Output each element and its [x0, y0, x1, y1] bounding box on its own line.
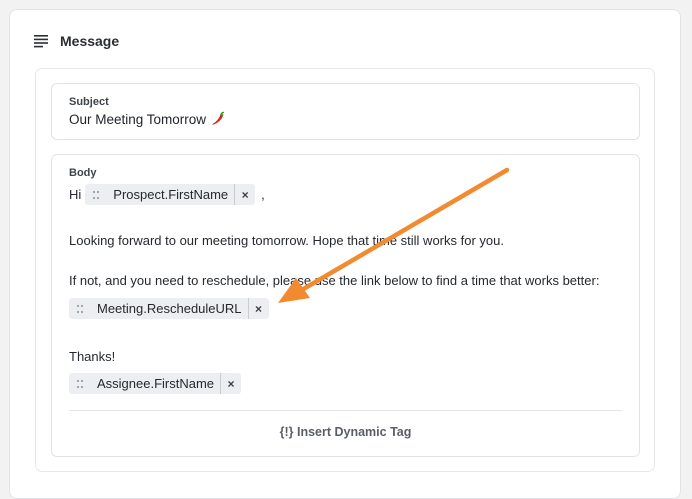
card-header: Message [34, 31, 119, 51]
body-thanks: Thanks! [69, 349, 116, 364]
tag-label: Assignee.FirstName [97, 376, 215, 391]
subject-value[interactable]: Our Meeting Tomorrow [69, 111, 226, 127]
subject-field[interactable]: Subject Our Meeting Tomorrow [51, 83, 640, 140]
drag-handle-icon[interactable] [69, 373, 91, 394]
greeting-line: Hi Prospect.FirstName × , [69, 184, 265, 205]
greeting-comma: , [261, 187, 265, 202]
tag-label: Meeting.RescheduleURL [97, 301, 242, 316]
remove-tag-icon[interactable]: × [247, 298, 269, 319]
message-editor: Subject Our Meeting Tomorrow Body Hi Pro… [35, 68, 655, 472]
remove-tag-icon[interactable]: × [220, 373, 241, 394]
subject-label: Subject [69, 96, 109, 108]
body-divider [69, 410, 622, 411]
reschedule-line: Meeting.RescheduleURL × [69, 298, 269, 319]
greeting-text: Hi [69, 187, 82, 202]
dynamic-tag-prospect-firstname[interactable]: Prospect.FirstName × [85, 184, 256, 205]
dynamic-tag-assignee-firstname[interactable]: Assignee.FirstName × [69, 373, 242, 394]
message-card: Message Subject Our Meeting Tomorrow Bod… [9, 9, 681, 499]
chili-pepper-icon [212, 111, 225, 125]
drag-handle-icon[interactable] [69, 298, 91, 319]
card-title: Message [60, 33, 120, 49]
signature-line: Assignee.FirstName × [69, 373, 242, 394]
menu-lines-icon [34, 35, 48, 48]
body-label: Body [69, 167, 97, 179]
dynamic-tag-meeting-rescheduleurl[interactable]: Meeting.RescheduleURL × [69, 298, 269, 319]
body-paragraph-1: Looking forward to our meeting tomorrow.… [69, 233, 504, 248]
body-field[interactable]: Body Hi Prospect.FirstName × , Looking f… [51, 154, 640, 457]
subject-text: Our Meeting Tomorrow [69, 111, 207, 127]
insert-dynamic-tag-button[interactable]: {!} Insert Dynamic Tag [52, 425, 639, 439]
remove-tag-icon[interactable]: × [234, 184, 255, 205]
tag-label: Prospect.FirstName [113, 187, 229, 202]
body-paragraph-2: If not, and you need to reschedule, plea… [69, 273, 600, 288]
drag-handle-icon[interactable] [85, 184, 107, 205]
